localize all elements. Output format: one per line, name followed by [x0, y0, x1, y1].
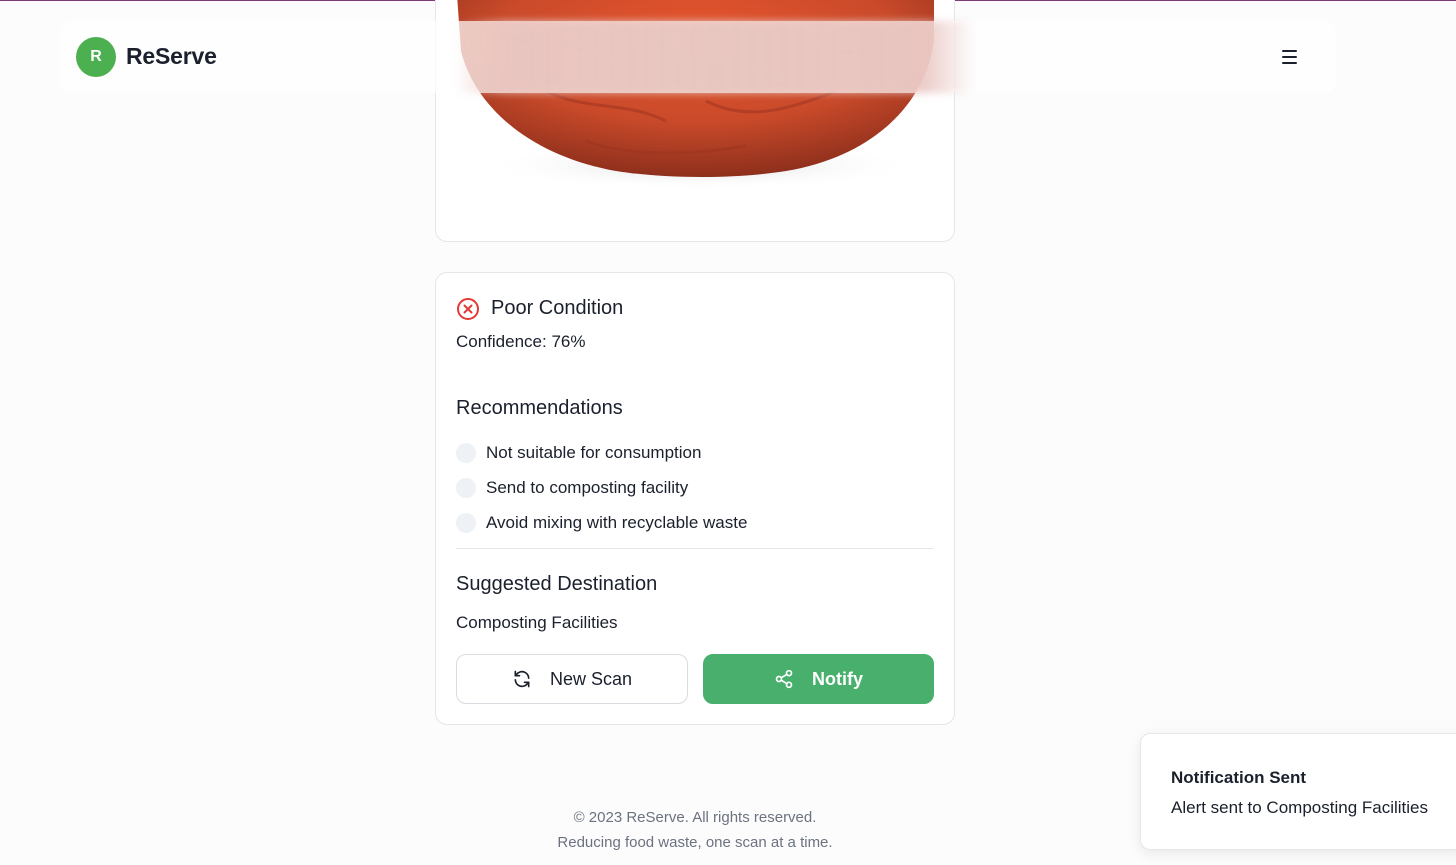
bullet-dot-icon — [456, 477, 476, 498]
destination-heading: Suggested Destination — [456, 573, 658, 595]
recommendation-text: Send to composting facility — [486, 477, 689, 497]
notify-label: Notify — [812, 668, 863, 689]
recommendations-list: Not suitable for consumption Send to com… — [456, 435, 747, 540]
recommendation-item: Avoid mixing with recyclable waste — [456, 505, 747, 540]
app-logo[interactable]: R — [76, 37, 116, 77]
menu-bar — [1281, 50, 1297, 52]
bullet-dot-icon — [456, 442, 476, 463]
condition-status: Poor Condition — [491, 297, 624, 319]
refresh-icon — [514, 670, 530, 688]
toast-message: Alert sent to Composting Facilities — [1171, 798, 1428, 817]
recommendation-item: Not suitable for consumption — [456, 435, 747, 470]
section-divider — [456, 548, 934, 549]
hamburger-menu-icon[interactable] — [1276, 45, 1302, 69]
bullet-dot-icon — [456, 512, 476, 533]
toast-title: Notification Sent — [1171, 768, 1307, 787]
header-backdrop-blur — [455, 21, 975, 93]
confidence-value: Confidence: 76% — [456, 332, 586, 351]
x-circle-icon — [457, 298, 479, 320]
analysis-result-card: Poor Condition Confidence: 76% Recommend… — [435, 272, 955, 725]
menu-bar — [1281, 62, 1297, 64]
new-scan-button[interactable]: New Scan — [456, 654, 688, 704]
app-name[interactable]: ReServe — [126, 43, 217, 70]
recommendation-item: Send to composting facility — [456, 470, 747, 505]
notify-button[interactable]: Notify — [703, 654, 934, 704]
new-scan-label: New Scan — [549, 668, 633, 689]
logo-letter: R — [90, 48, 102, 65]
share-icon — [775, 669, 793, 689]
recommendation-text: Not suitable for consumption — [486, 442, 702, 462]
notification-toast[interactable]: Notification Sent Alert sent to Composti… — [1140, 733, 1456, 850]
recommendation-text: Avoid mixing with recyclable waste — [486, 512, 748, 532]
recommendations-heading: Recommendations — [456, 397, 623, 419]
menu-bar — [1281, 56, 1297, 58]
destination-value: Composting Facilities — [456, 613, 618, 632]
